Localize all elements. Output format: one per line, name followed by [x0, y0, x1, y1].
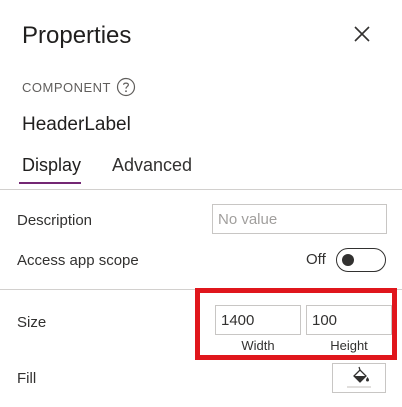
close-icon: [354, 26, 370, 42]
size-highlight-box: [195, 288, 397, 360]
access-app-scope-label: Access app scope: [17, 252, 139, 269]
toggle-state-text: Off: [306, 251, 326, 268]
tabs-divider: [0, 189, 402, 190]
fill-color-picker[interactable]: [332, 363, 386, 393]
description-label: Description: [17, 212, 93, 229]
toggle-knob: [342, 254, 354, 266]
active-tab-indicator: [19, 182, 81, 184]
tab-advanced[interactable]: Advanced: [112, 153, 192, 177]
size-label: Size: [17, 314, 47, 331]
fill-label: Fill: [17, 370, 37, 387]
close-button[interactable]: [350, 22, 374, 46]
help-circle-icon: [116, 77, 136, 97]
paint-bucket-icon: [347, 366, 371, 388]
access-app-scope-toggle[interactable]: [336, 248, 386, 272]
tab-display[interactable]: Display: [22, 153, 81, 177]
component-name: HeaderLabel: [22, 114, 131, 135]
help-button[interactable]: [116, 77, 136, 97]
description-input[interactable]: [212, 204, 387, 234]
component-section-label: COMPONENT: [22, 80, 111, 95]
panel-title: Properties: [22, 22, 132, 49]
